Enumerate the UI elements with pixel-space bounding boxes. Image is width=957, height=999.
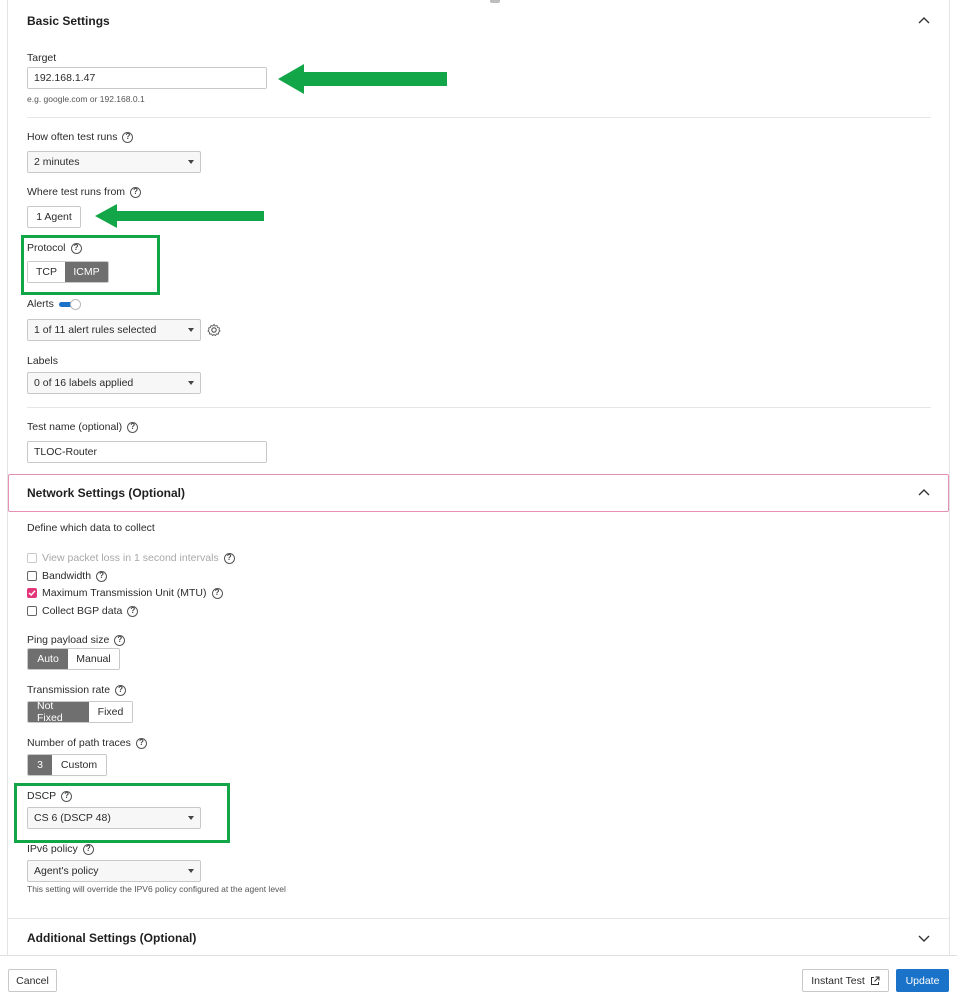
annotation-arrow-icon bbox=[278, 64, 447, 94]
checkbox[interactable] bbox=[27, 553, 37, 563]
help-icon[interactable]: ? bbox=[82, 843, 94, 855]
labels-label: Labels bbox=[27, 355, 58, 367]
checkbox[interactable] bbox=[27, 606, 37, 616]
alerts-label: Alerts bbox=[27, 298, 81, 310]
check-bgp[interactable]: Collect BGP data? bbox=[27, 605, 139, 617]
alerts-switch[interactable] bbox=[58, 298, 81, 310]
ipv6-select[interactable]: Agent's policy bbox=[27, 860, 201, 882]
ping-payload-label: Ping payload size? bbox=[27, 634, 126, 646]
dscp-label: DSCP? bbox=[27, 790, 73, 802]
basic-settings-title: Basic Settings bbox=[27, 14, 110, 28]
help-icon[interactable]: ? bbox=[61, 790, 73, 802]
labels-select[interactable]: 0 of 16 labels applied bbox=[27, 372, 201, 394]
caret-down-icon bbox=[188, 869, 194, 873]
protocol-tcp[interactable]: TCP bbox=[28, 262, 65, 282]
traces-3[interactable]: 3 bbox=[28, 755, 52, 775]
cancel-button[interactable]: Cancel bbox=[8, 969, 57, 992]
target-label: Target bbox=[27, 52, 57, 64]
frequency-select[interactable]: 2 minutes bbox=[27, 151, 201, 173]
checkbox[interactable] bbox=[27, 571, 37, 581]
help-icon[interactable]: ? bbox=[211, 587, 223, 599]
help-icon[interactable]: ? bbox=[114, 634, 126, 646]
protocol-label: Protocol? bbox=[27, 242, 82, 254]
check-mtu[interactable]: Maximum Transmission Unit (MTU)? bbox=[27, 587, 223, 599]
help-icon[interactable]: ? bbox=[223, 552, 235, 564]
payload-auto[interactable]: Auto bbox=[28, 649, 68, 669]
update-button[interactable]: Update bbox=[896, 969, 949, 992]
check-bandwidth[interactable]: Bandwidth? bbox=[27, 570, 108, 582]
additional-settings-title: Additional Settings (Optional) bbox=[27, 931, 197, 945]
frequency-label: How often test runs? bbox=[27, 131, 134, 143]
help-icon[interactable]: ? bbox=[127, 421, 139, 433]
network-settings-title: Network Settings (Optional) bbox=[27, 486, 186, 500]
agent-button[interactable]: 1 Agent bbox=[27, 206, 81, 228]
ping-payload-toggle[interactable]: Auto Manual bbox=[27, 648, 120, 670]
traces-custom[interactable]: Custom bbox=[52, 755, 106, 775]
transmission-not-fixed[interactable]: Not Fixed bbox=[28, 702, 89, 722]
help-icon[interactable]: ? bbox=[70, 242, 82, 254]
target-input[interactable]: 192.168.1.47 bbox=[27, 67, 267, 89]
help-icon[interactable]: ? bbox=[96, 570, 108, 582]
caret-down-icon bbox=[188, 816, 194, 820]
gear-icon[interactable] bbox=[207, 323, 221, 337]
transmission-fixed[interactable]: Fixed bbox=[89, 702, 132, 722]
divider bbox=[27, 117, 931, 118]
help-icon[interactable]: ? bbox=[130, 186, 142, 198]
test-name-label: Test name (optional)? bbox=[27, 421, 139, 433]
help-icon[interactable]: ? bbox=[127, 605, 139, 617]
caret-down-icon bbox=[188, 328, 194, 332]
protocol-icmp[interactable]: ICMP bbox=[65, 262, 108, 282]
help-icon[interactable]: ? bbox=[122, 131, 134, 143]
annotation-arrow-icon bbox=[95, 204, 264, 228]
target-hint: e.g. google.com or 192.168.0.1 bbox=[27, 94, 145, 104]
help-icon[interactable]: ? bbox=[115, 684, 127, 696]
help-icon[interactable]: ? bbox=[135, 737, 147, 749]
check-packet-loss[interactable]: View packet loss in 1 second intervals? bbox=[27, 552, 235, 564]
divider bbox=[27, 407, 931, 408]
transmission-toggle[interactable]: Not Fixed Fixed bbox=[27, 701, 133, 723]
divider bbox=[8, 918, 949, 919]
drag-handle[interactable] bbox=[490, 0, 500, 3]
external-link-icon bbox=[870, 976, 880, 985]
checkbox[interactable] bbox=[27, 588, 37, 598]
protocol-toggle[interactable]: TCP ICMP bbox=[27, 261, 109, 283]
ipv6-hint: This setting will override the IPV6 poli… bbox=[27, 884, 286, 894]
define-data-label: Define which data to collect bbox=[27, 522, 155, 534]
path-traces-toggle[interactable]: 3 Custom bbox=[27, 754, 107, 776]
payload-manual[interactable]: Manual bbox=[68, 649, 119, 669]
path-traces-label: Number of path traces? bbox=[27, 737, 147, 749]
caret-down-icon bbox=[188, 160, 194, 164]
footer-divider bbox=[0, 955, 957, 956]
chevron-down-icon[interactable] bbox=[916, 930, 932, 946]
ipv6-label: IPv6 policy? bbox=[27, 843, 94, 855]
caret-down-icon bbox=[188, 381, 194, 385]
alerts-select[interactable]: 1 of 11 alert rules selected bbox=[27, 319, 201, 341]
test-name-input[interactable]: TLOC-Router bbox=[27, 441, 267, 463]
where-label: Where test runs from? bbox=[27, 186, 142, 198]
dscp-select[interactable]: CS 6 (DSCP 48) bbox=[27, 807, 201, 829]
instant-test-button[interactable]: Instant Test bbox=[802, 969, 889, 992]
chevron-up-icon[interactable] bbox=[916, 485, 932, 501]
chevron-up-icon[interactable] bbox=[916, 13, 932, 29]
transmission-label: Transmission rate? bbox=[27, 684, 127, 696]
